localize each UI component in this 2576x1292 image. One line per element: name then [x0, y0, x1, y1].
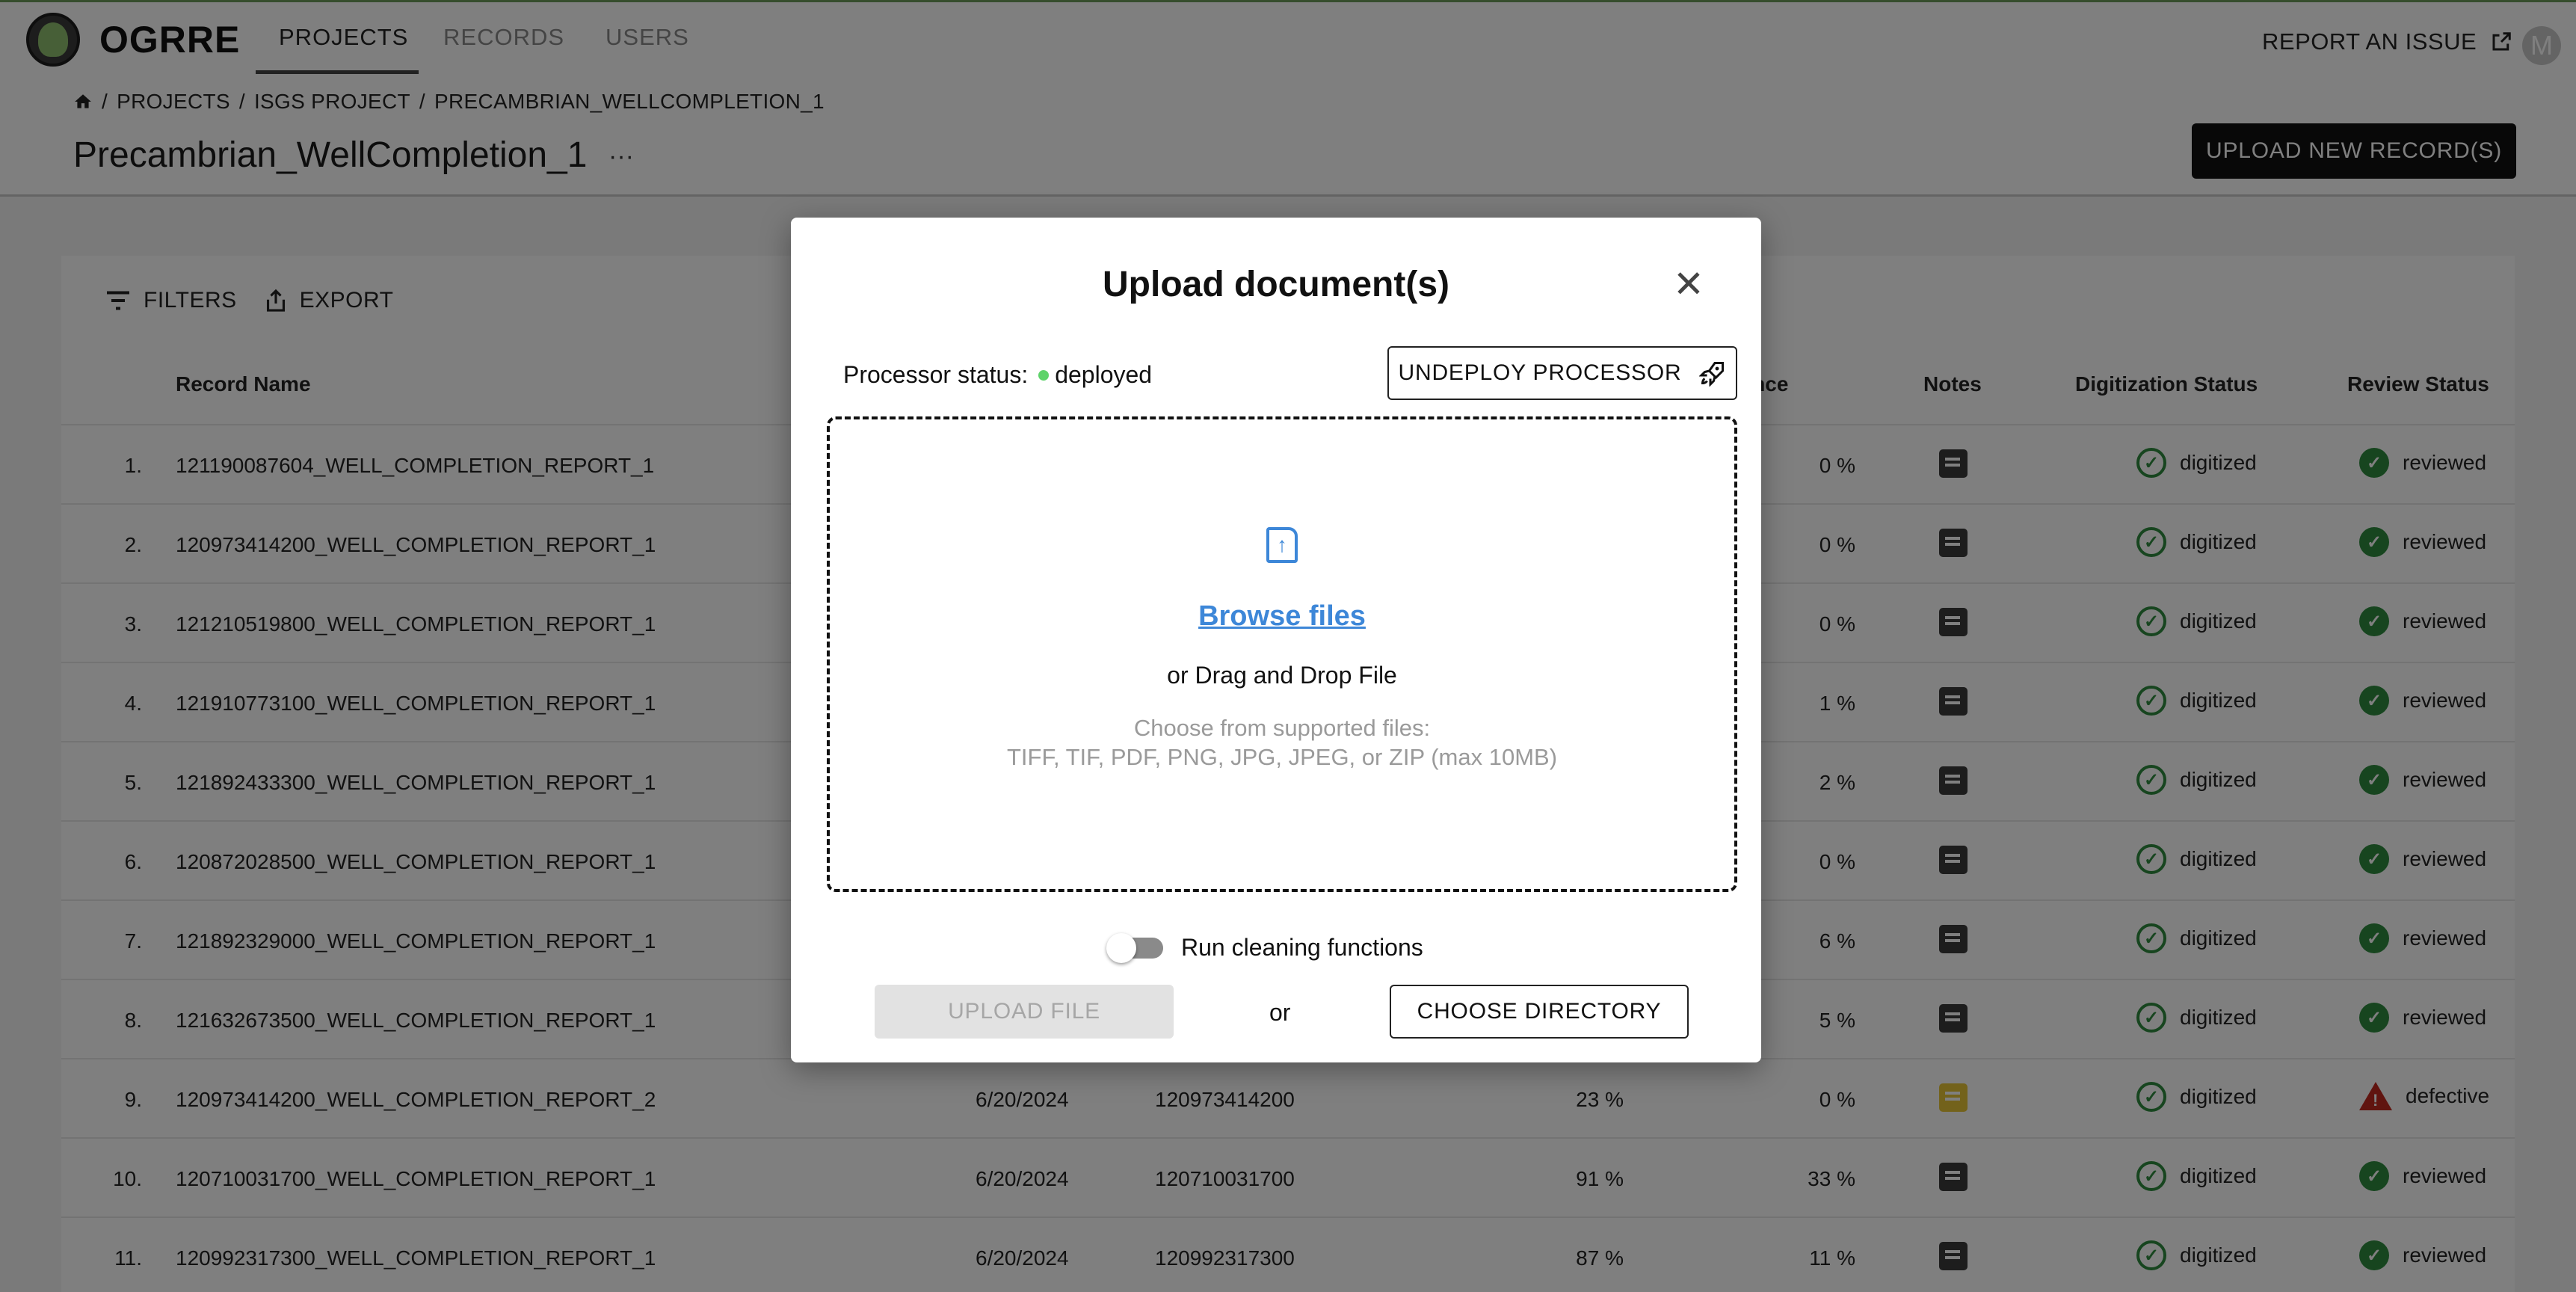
processor-status-indicator: deployed: [1038, 361, 1152, 389]
close-icon[interactable]: ✕: [1673, 265, 1704, 303]
file-upload-icon: ↑: [1266, 527, 1298, 563]
processor-status-value: deployed: [1055, 361, 1153, 388]
processor-status-label: Processor status:: [843, 361, 1029, 388]
undeploy-processor-button[interactable]: UNDEPLOY PROCESSOR: [1387, 346, 1737, 400]
or-separator: or: [1269, 999, 1291, 1026]
choose-directory-button[interactable]: CHOOSE DIRECTORY: [1390, 985, 1689, 1039]
processor-status: Processor status: deployed: [843, 361, 1152, 389]
status-dot-icon: [1038, 369, 1050, 381]
toggle-switch[interactable]: [1106, 932, 1163, 963]
rocket-icon: [1699, 362, 1725, 387]
drag-drop-text: or Drag and Drop File: [1167, 662, 1397, 689]
toggle-label: Run cleaning functions: [1181, 934, 1423, 961]
browse-files-link[interactable]: Browse files: [830, 600, 1734, 633]
dialog-title: Upload document(s): [1103, 265, 1449, 304]
upload-dialog: Upload document(s) ✕ Processor status: d…: [791, 218, 1761, 1062]
undeploy-label: UNDEPLOY PROCESSOR: [1398, 360, 1682, 385]
supported-file-types: TIFF, TIF, PDF, PNG, JPG, JPEG, or ZIP (…: [1006, 744, 1558, 770]
run-cleaning-toggle[interactable]: Run cleaning functions: [1106, 932, 1423, 963]
file-drop-zone[interactable]: ↑ Browse files or Drag and Drop File Cho…: [827, 416, 1737, 892]
upload-file-button[interactable]: UPLOAD FILE: [875, 985, 1174, 1039]
toggle-knob: [1106, 932, 1136, 963]
supported-files-heading: Choose from supported files:: [1133, 715, 1431, 741]
